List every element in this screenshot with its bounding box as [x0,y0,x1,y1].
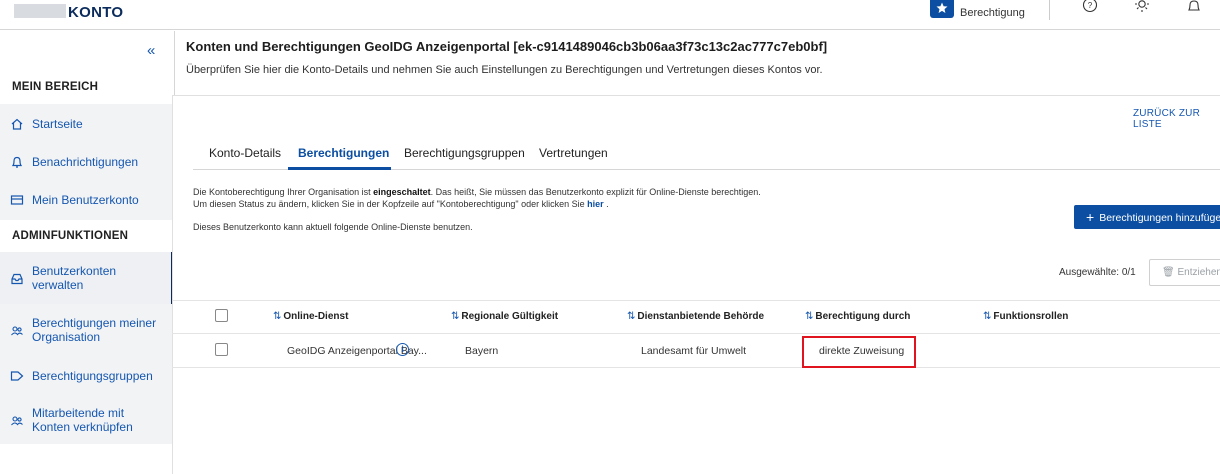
page-title: Konten und Berechtigungen GeoIDG Anzeige… [186,39,828,54]
add-permission-button[interactable]: + Berechtigungen hinzufügen [1074,205,1220,229]
sort-icon: ⇅ [451,311,460,322]
inbox-icon [11,273,23,285]
sidebar-item-label: Startseite [32,117,83,131]
info-line-status: Die Kontoberechtigung Ihrer Organisation… [193,187,761,197]
sidebar-item-berechtigungen-organisation[interactable]: Berechtigungen meiner Organisation [0,304,174,356]
plus-icon: + [1086,209,1095,225]
top-header [0,0,1220,30]
remove-permission-button[interactable]: 🗑 Entziehen [1149,259,1220,286]
tab-konto-details[interactable]: Konto-Details [209,146,281,160]
tab-berechtigungen[interactable]: Berechtigungen [298,146,389,160]
sidebar-item-label: Benachrichtigungen [32,155,139,169]
star-icon [936,2,948,13]
tab-vertretungen[interactable]: Vertretungen [539,146,608,160]
here-link[interactable]: hier [587,199,604,209]
column-header-behoerde[interactable]: ⇅ Dienstanbietende Behörde [627,311,764,322]
sidebar-item-benutzerkonten-verwalten[interactable]: Benutzerkonten verwalten [0,252,174,304]
sidebar-item-label: Benutzerkonten verwalten [32,264,117,292]
status-value: eingeschaltet [373,187,431,197]
sort-icon: ⇅ [983,311,992,322]
column-header-berechtigung[interactable]: ⇅ Berechtigung durch [805,311,910,322]
tag-icon [10,371,24,381]
page-subtitle: Überprüfen Sie hier die Konto-Details un… [186,64,823,76]
bell-icon[interactable] [1186,0,1204,16]
row-checkbox[interactable] [215,343,228,356]
app-logo [14,4,66,18]
gear-icon[interactable] [1134,0,1152,16]
collapse-sidebar-icon[interactable]: « [147,42,155,59]
back-to-list-link[interactable]: ZURÜCK ZUR LISTE [1133,108,1220,130]
sidebar-item-label: Mitarbeitende mit Konten verknüpfen [32,406,133,434]
permission-button[interactable] [930,0,954,18]
sidebar-item-startseite[interactable]: Startseite [0,104,174,142]
active-tab-indicator [288,167,391,170]
sidebar-item-benachrichtigungen[interactable]: Benachrichtigungen [0,142,174,182]
sidebar-item-mein-benutzerkonto[interactable]: Mein Benutzerkonto [0,182,174,220]
select-all-checkbox[interactable] [215,309,228,322]
header-divider [1049,0,1050,20]
help-icon[interactable]: ? [1082,0,1100,16]
info-line-services: Dieses Benutzerkonto kann aktuell folgen… [193,222,473,232]
sort-icon: ⇅ [805,311,814,322]
sidebar-item-label: Berechtigungen meiner Organisation [32,316,157,344]
tab-berechtigungsgruppen[interactable]: Berechtigungsgruppen [404,146,525,160]
users-icon [11,326,23,336]
bell-icon [11,156,23,168]
permission-label[interactable]: Berechtigung [960,7,1025,19]
section-title-adminfunktionen: ADMINFUNKTIONEN [12,230,129,242]
section-title-mein-bereich: MEIN BEREICH [12,81,99,93]
app-title: KONTO [68,4,124,21]
column-header-online-dienst[interactable]: ⇅ Online-Dienst [273,311,348,322]
home-icon [11,118,23,130]
sort-icon: ⇅ [273,311,282,322]
id-card-icon [10,195,24,205]
sidebar-item-mitarbeitende-verknuepfen[interactable]: Mitarbeitende mit Konten verknüpfen [0,396,174,444]
sidebar-item-label: Mein Benutzerkonto [32,193,139,207]
selected-count: Ausgewählte: 0/1 [1059,267,1136,278]
sidebar-item-berechtigungsgruppen[interactable]: Berechtigungsgruppen [0,356,174,396]
info-icon[interactable]: i [396,343,409,356]
sidebar-item-label: Berechtigungsgruppen [32,369,153,383]
sort-icon: ⇅ [627,311,636,322]
column-header-funktionsrollen[interactable]: ⇅ Funktionsrollen [983,311,1068,322]
highlight-box [802,336,916,368]
cell-region: Bayern [465,345,499,357]
trash-icon: 🗑 [1162,267,1178,278]
column-header-region[interactable]: ⇅ Regionale Gültigkeit [451,311,558,322]
info-line-change: Um diesen Status zu ändern, klicken Sie … [193,199,609,209]
svg-text:?: ? [1088,1,1093,10]
cell-behoerde: Landesamt für Umwelt [641,345,747,357]
users-link-icon [11,416,23,426]
